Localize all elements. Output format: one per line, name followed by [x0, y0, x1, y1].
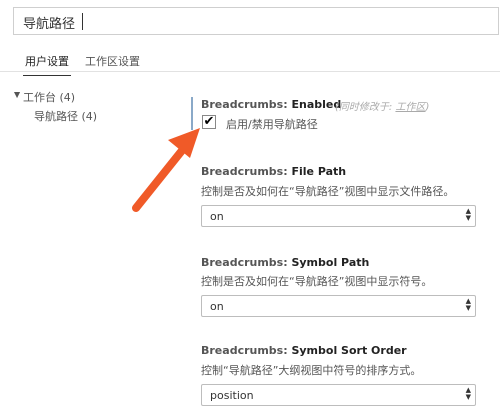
annotation-arrow-icon [132, 128, 200, 212]
